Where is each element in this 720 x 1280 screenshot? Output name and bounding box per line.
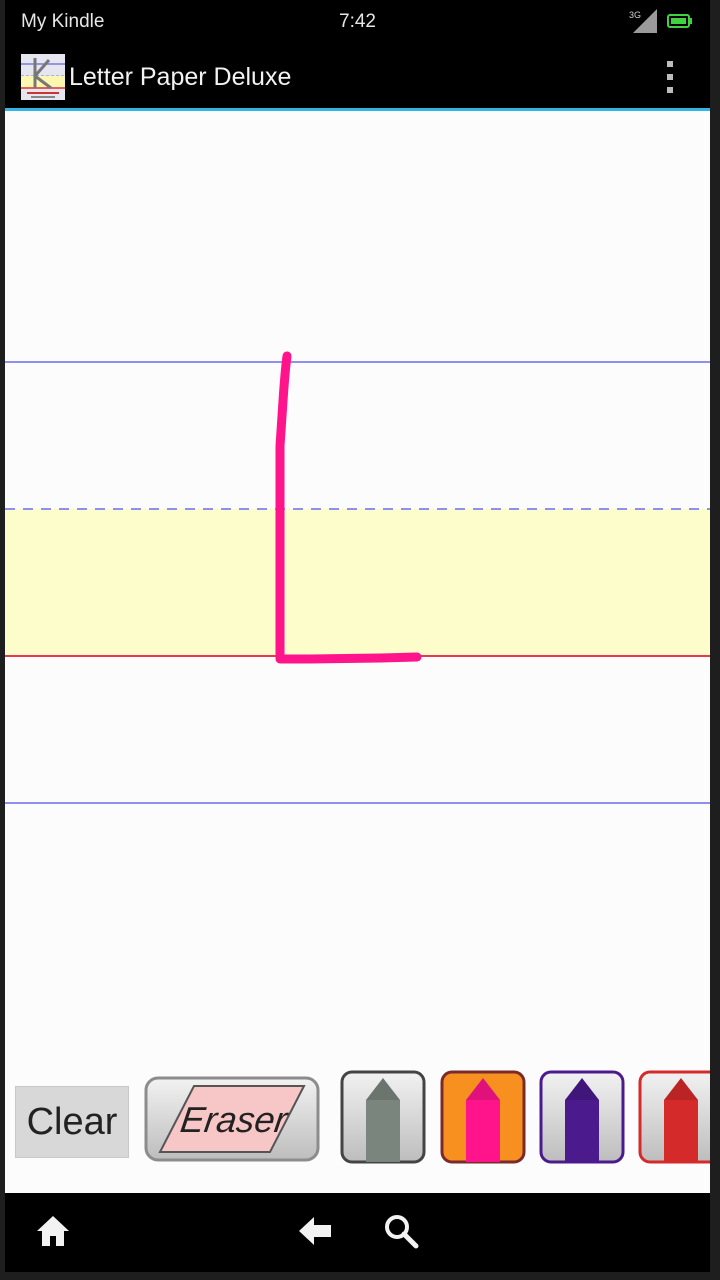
middle-band <box>5 509 710 656</box>
battery-icon <box>667 14 692 28</box>
back-icon[interactable] <box>297 1213 333 1249</box>
navigation-bar <box>5 1193 710 1272</box>
search-icon[interactable] <box>383 1213 419 1249</box>
purple-pen-button[interactable] <box>539 1070 625 1164</box>
writing-canvas[interactable] <box>5 111 710 1193</box>
gray-pen-button[interactable] <box>340 1070 426 1164</box>
writing-guides <box>5 351 710 804</box>
vertical-dots-icon[interactable] <box>660 58 680 96</box>
pink-pen-button[interactable] <box>440 1070 526 1164</box>
home-icon[interactable] <box>35 1213 71 1249</box>
signal-icon: 3G <box>629 9 657 33</box>
clear-button[interactable]: Clear <box>15 1086 129 1158</box>
eraser-button[interactable]: Eraser <box>144 1076 320 1162</box>
status-bar: My Kindle 7:42 3G <box>5 0 710 46</box>
network-type-label: 3G <box>629 10 641 20</box>
eraser-label: Eraser <box>178 1099 292 1140</box>
red-pen-button[interactable] <box>638 1070 710 1164</box>
app-title: Letter Paper Deluxe <box>69 63 292 91</box>
device-screen: My Kindle 7:42 3G Letter Paper Deluxe Cl… <box>5 0 710 1272</box>
action-bar: Letter Paper Deluxe <box>5 46 710 108</box>
clock: 7:42 <box>339 11 376 32</box>
drawing-toolbar: Clear Eraser <box>5 1058 710 1178</box>
letter-paper-app-icon[interactable] <box>21 54 65 100</box>
